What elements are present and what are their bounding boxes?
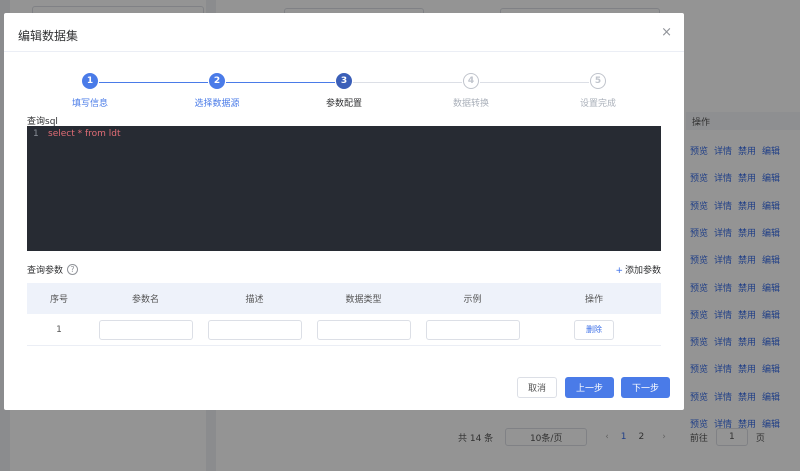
param-description-input[interactable] [207, 319, 302, 340]
wizard-steps: 1 填写信息 2 选择数据源 3 参数配置 4 数据转换 5 设置完成 [4, 73, 684, 113]
prev-step-button[interactable]: 上一步 [565, 377, 614, 398]
row-index: 1 [56, 324, 62, 335]
step-label: 选择数据源 [194, 99, 240, 109]
step-number: 4 [463, 73, 479, 89]
params-label-text: 查询参数 [27, 266, 64, 276]
header-param-name: 参数名 [131, 295, 159, 305]
sql-code[interactable]: select * from ldt [48, 129, 121, 139]
params-table: 序号 参数名 描述 数据类型 示例 操作 1 删除 [27, 283, 661, 346]
step-label: 数据转换 [452, 99, 489, 109]
step-number: 3 [336, 73, 352, 89]
next-step-button[interactable]: 下一步 [621, 377, 670, 398]
header-description: 描述 [245, 295, 264, 305]
line-number: 1 [33, 129, 39, 139]
step-number: 5 [590, 73, 606, 89]
param-name-input[interactable] [98, 319, 193, 340]
param-example-input[interactable] [425, 319, 520, 340]
delete-button[interactable]: 删除 [574, 319, 614, 340]
dialog-divider [4, 51, 684, 52]
header-action: 操作 [584, 295, 603, 305]
step-number: 2 [209, 73, 225, 89]
editor-gutter: 1 [27, 126, 45, 251]
step-label: 参数配置 [325, 99, 362, 109]
wizard-step: 4 数据转换 [411, 73, 531, 109]
wizard-step: 5 设置完成 [538, 73, 658, 109]
param-type-input[interactable] [316, 319, 411, 340]
table-row: 1 删除 [27, 314, 661, 346]
edit-dataset-dialog: 编辑数据集 × 1 填写信息 2 选择数据源 3 参数配置 4 数据转换 5 设置完成 查询sql… [4, 13, 684, 410]
add-param-label: 添加参数 [624, 266, 661, 276]
sql-editor[interactable]: 1 select * from ldt [27, 126, 661, 251]
dialog-title: 编辑数据集 [18, 29, 79, 43]
header-index: 序号 [49, 295, 68, 305]
step-label: 设置完成 [579, 99, 616, 109]
params-label: 查询参数 ? [27, 263, 79, 276]
header-example: 示例 [463, 295, 482, 305]
add-param-button[interactable]: + 添加参数 [615, 263, 661, 276]
params-table-header: 序号 参数名 描述 数据类型 示例 操作 [27, 283, 661, 314]
cancel-button[interactable]: 取消 [517, 377, 557, 398]
help-icon[interactable]: ? [67, 264, 79, 275]
header-data-type: 数据类型 [345, 295, 382, 305]
wizard-step: 3 参数配置 [284, 73, 404, 109]
step-number: 1 [82, 73, 98, 89]
plus-icon: + [615, 266, 623, 276]
step-label: 填写信息 [71, 99, 108, 109]
wizard-step: 1 填写信息 [30, 73, 150, 109]
close-icon[interactable]: × [661, 25, 672, 40]
wizard-step: 2 选择数据源 [157, 73, 277, 109]
